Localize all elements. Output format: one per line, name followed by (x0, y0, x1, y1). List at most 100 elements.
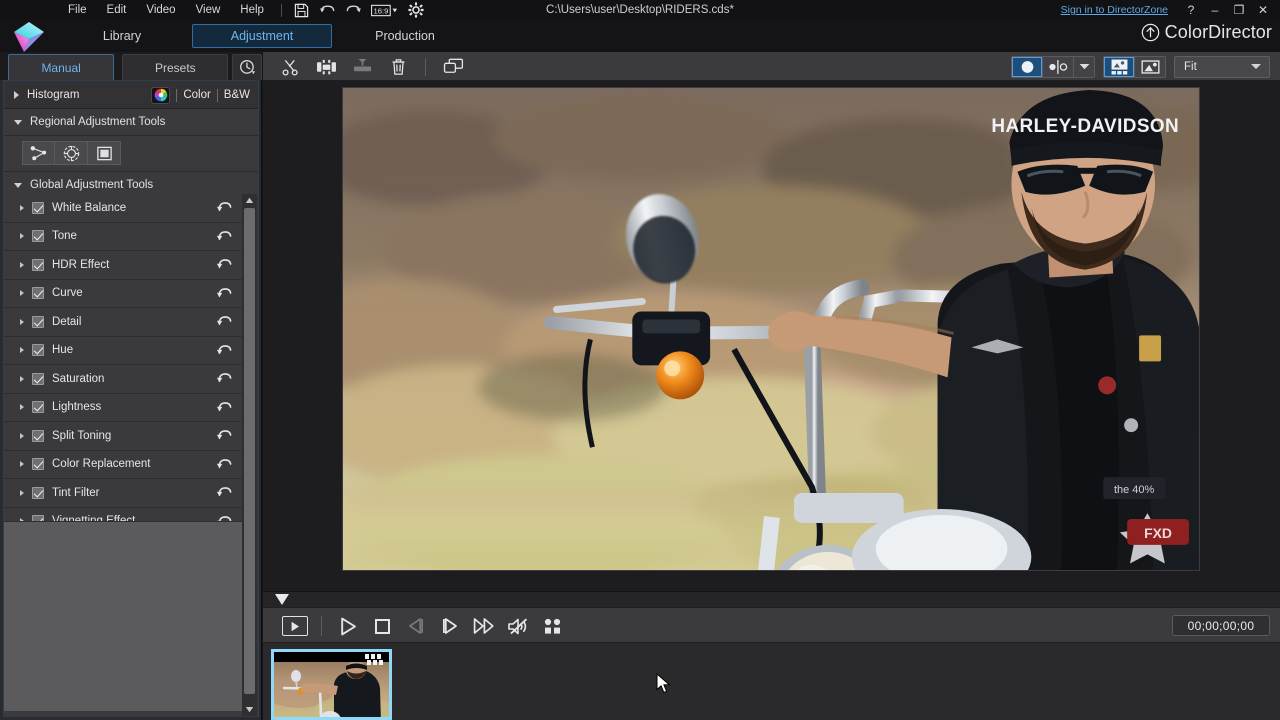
adjustment-row-lightness[interactable]: Lightness (4, 394, 243, 422)
scrollbar-thumb[interactable] (244, 208, 255, 694)
reset-icon[interactable] (216, 228, 233, 246)
color-wheel-icon[interactable] (151, 86, 171, 104)
adjustment-row-white-balance[interactable]: White Balance (4, 194, 243, 223)
play-icon[interactable] (332, 613, 364, 639)
save-icon[interactable] (292, 2, 312, 18)
scroll-up-arrow-icon[interactable] (242, 194, 257, 207)
expand-triangle-icon[interactable] (14, 90, 19, 99)
histogram-mode-color[interactable]: Color (183, 89, 210, 101)
timeline-scrubber[interactable] (263, 591, 1280, 607)
single-view-icon[interactable] (1012, 56, 1042, 77)
stop-icon[interactable] (366, 613, 398, 639)
delete-trash-icon[interactable] (385, 56, 411, 78)
checkbox[interactable] (32, 372, 44, 385)
chevron-right-icon[interactable] (20, 461, 24, 468)
checkbox[interactable] (32, 315, 44, 328)
minimize-button[interactable]: – (1204, 1, 1226, 19)
menu-view[interactable]: View (186, 1, 231, 19)
chevron-right-icon[interactable] (20, 432, 24, 439)
module-tab-library[interactable]: Library (72, 24, 172, 48)
adjustment-row-hdr-effect[interactable]: HDR Effect (4, 251, 243, 280)
compare-dropdown-caret-icon[interactable] (1074, 57, 1094, 77)
collapse-triangle-icon[interactable] (14, 119, 22, 125)
regional-adjustment-header[interactable]: Regional Adjustment Tools (4, 109, 258, 136)
storyboard-view-icon[interactable] (1104, 56, 1134, 77)
previous-frame-icon[interactable] (400, 613, 432, 639)
preview-only-icon[interactable] (1135, 57, 1165, 77)
checkbox[interactable] (32, 287, 44, 300)
chevron-right-icon[interactable] (20, 489, 24, 496)
fast-forward-icon[interactable] (468, 613, 500, 639)
menu-edit[interactable]: Edit (97, 1, 137, 19)
undo-icon[interactable] (318, 2, 338, 18)
module-tab-production[interactable]: Production (350, 24, 460, 48)
brush-mask-tool-icon[interactable] (88, 141, 121, 165)
chevron-right-icon[interactable] (20, 375, 24, 382)
checkbox[interactable] (32, 486, 44, 499)
preview-frame[interactable]: HARLEY-DAVIDSON FXD the 40% (342, 87, 1200, 571)
help-button[interactable]: ? (1180, 1, 1202, 19)
adjustment-row-curve[interactable]: Curve (4, 280, 243, 308)
chevron-right-icon[interactable] (20, 204, 24, 211)
restore-button[interactable]: ❐ (1228, 1, 1250, 19)
adjustment-row-vignetting-effect[interactable]: Vignetting Effect (4, 508, 243, 521)
chevron-right-icon[interactable] (20, 261, 24, 268)
timecode-display[interactable]: 00;00;00;00 (1172, 615, 1270, 636)
chevron-right-icon[interactable] (20, 233, 24, 240)
checkbox[interactable] (32, 344, 44, 357)
mute-icon[interactable] (502, 613, 534, 639)
menu-video[interactable]: Video (136, 1, 185, 19)
split-scissors-icon[interactable] (277, 56, 303, 78)
close-button[interactable]: ✕ (1252, 1, 1274, 19)
menu-help[interactable]: Help (230, 1, 274, 19)
trim-clip-icon[interactable] (313, 56, 339, 78)
reset-icon[interactable] (216, 285, 233, 303)
reset-icon[interactable] (216, 256, 233, 274)
settings-gear-icon[interactable] (406, 2, 426, 18)
tab-manual[interactable]: Manual (8, 54, 115, 80)
collapse-triangle-icon[interactable] (14, 182, 22, 188)
reset-icon[interactable] (216, 199, 233, 217)
tab-presets[interactable]: Presets (122, 54, 229, 80)
compare-split-icon[interactable] (1043, 57, 1073, 77)
duplicate-clip-icon[interactable] (440, 56, 466, 78)
histogram-section[interactable]: Histogram Color B&W (4, 81, 258, 109)
chevron-down-icon[interactable] (1251, 64, 1261, 69)
adjustment-row-saturation[interactable]: Saturation (4, 365, 243, 394)
reset-icon[interactable] (216, 370, 233, 388)
chevron-right-icon[interactable] (20, 290, 24, 297)
reset-icon[interactable] (216, 456, 233, 474)
history-clock-icon[interactable] (232, 54, 262, 80)
adjustment-row-detail[interactable]: Detail (4, 308, 243, 337)
chevron-right-icon[interactable] (20, 347, 24, 354)
preview-area[interactable]: HARLEY-DAVIDSON FXD the 40% (263, 81, 1280, 591)
radial-mask-tool-icon[interactable] (55, 141, 88, 165)
adjustment-row-tone[interactable]: Tone (4, 223, 243, 251)
checkbox[interactable] (32, 201, 44, 214)
adjustment-row-color-replacement[interactable]: Color Replacement (4, 451, 243, 479)
cut-marker-icon[interactable] (349, 56, 375, 78)
sidebar-scrollbar[interactable] (242, 194, 257, 716)
menu-file[interactable]: File (58, 1, 97, 19)
adjustment-row-tint-filter[interactable]: Tint Filter (4, 479, 243, 508)
playhead-marker[interactable] (275, 594, 289, 605)
first-frame-icon[interactable] (279, 613, 311, 639)
reset-icon[interactable] (216, 399, 233, 417)
histogram-mode-bw[interactable]: B&W (224, 89, 250, 101)
reset-icon[interactable] (216, 342, 233, 360)
reset-icon[interactable] (216, 313, 233, 331)
gradient-mask-tool-icon[interactable] (22, 141, 55, 165)
adjustment-row-hue[interactable]: Hue (4, 337, 243, 365)
reset-icon[interactable] (216, 513, 233, 521)
scroll-down-arrow-icon[interactable] (242, 703, 257, 716)
checkbox[interactable] (32, 458, 44, 471)
chevron-right-icon[interactable] (20, 318, 24, 325)
zoom-level-select[interactable]: Fit (1174, 55, 1270, 78)
checkbox[interactable] (32, 230, 44, 243)
module-tab-adjustment[interactable]: Adjustment (192, 24, 332, 48)
checkbox[interactable] (32, 258, 44, 271)
directorzone-signin-link[interactable]: Sign in to DirectorZone (1061, 4, 1168, 16)
storyboard-clip-riders[interactable] (271, 649, 392, 720)
next-frame-icon[interactable] (434, 613, 466, 639)
checkbox[interactable] (32, 401, 44, 414)
